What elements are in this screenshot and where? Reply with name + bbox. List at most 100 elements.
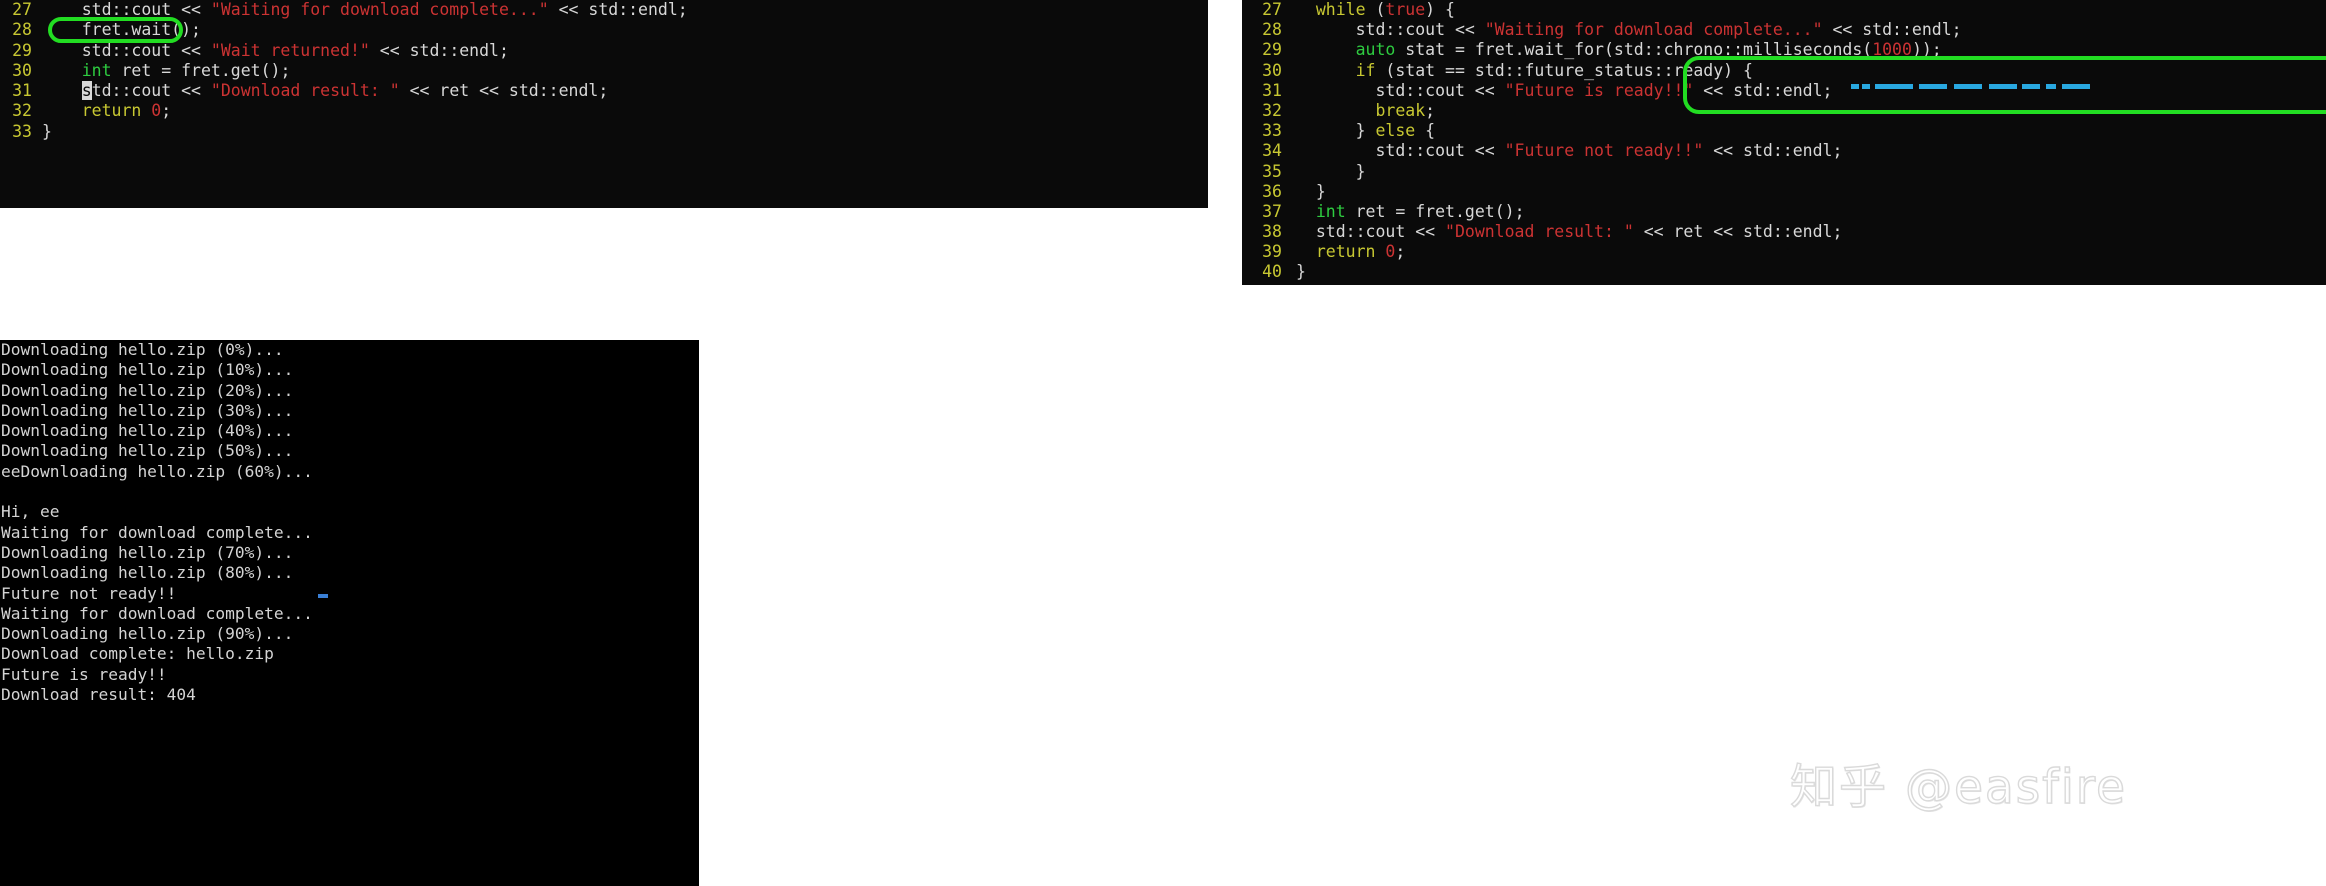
code-line[interactable]: 40} [1242,262,2326,282]
code-line[interactable]: 35 } [1242,162,2326,182]
code-token: int [1315,201,1346,221]
terminal-output[interactable]: Downloading hello.zip (0%)... Downloading… [0,340,699,886]
code-token: std::cout << [1296,141,1505,161]
code-line-text: int ret = fret.get(); [42,61,1208,81]
code-token: "Waiting for download complete..." [1484,20,1823,40]
code-token: std::cout << [1296,80,1505,100]
left-code-lines: 27 std::cout << "Waiting for download co… [0,0,1208,142]
code-line[interactable]: 27 std::cout << "Waiting for download co… [0,0,1208,20]
terminal-line: Downloading hello.zip (50%)... [1,441,294,461]
code-token: return [81,101,142,121]
code-token: s [81,81,92,101]
code-token: ; [161,101,172,121]
terminal-lines: Downloading hello.zip (0%)... Downloading… [0,340,699,705]
code-line[interactable]: 27 while (true) { [1242,0,2326,20]
code-line[interactable]: 39 return 0; [1242,242,2326,262]
line-number: 27 [12,0,32,19]
terminal-line: Downloading hello.zip (20%)... [1,380,294,400]
code-token: while [1315,0,1366,19]
code-line[interactable]: 31 std::cout << "Download result: " << r… [0,81,1208,101]
terminal-line: Hi, ee [1,502,60,522]
code-line[interactable]: 30 int ret = fret.get(); [0,61,1208,81]
code-line[interactable]: 32 return 0; [0,101,1208,121]
terminal-line: Future is ready!! [1,664,167,684]
code-token: fret.wait(); [42,20,201,40]
code-token: << std::endl; [1822,20,1962,40]
terminal-line: Waiting for download complete... [1,603,313,623]
terminal-cursor [318,594,328,598]
code-token: ret = fret.get(); [1345,201,1525,221]
code-token: td::cout << [91,81,211,101]
watermark-zhihu-easfire: 知乎 @easfire [1789,759,2127,815]
code-token: 1000 [1872,40,1912,60]
code-line[interactable]: 38 std::cout << "Download result: " << r… [1242,222,2326,242]
line-number: 32 [1262,100,1282,120]
line-number: 29 [1262,40,1282,60]
code-token: return [1315,242,1376,262]
code-token: "Wait returned!" [210,40,370,60]
code-token: std::cout << [42,40,211,60]
code-token: stat = fret.wait_for(std::chrono::millis… [1395,40,1873,60]
right-code-editor[interactable]: 27 while (true) {28 std::cout << "Waitin… [1242,0,2326,285]
code-line[interactable]: 32 break; [1242,101,2326,121]
line-number: 34 [1262,141,1282,161]
code-token: )); [1911,40,1942,60]
terminal-line: Download complete: hello.zip [1,644,274,664]
code-line-text: while (true) { [1296,0,2326,20]
code-token: "Future is ready!!" [1504,80,1694,100]
left-code-editor[interactable]: 27 std::cout << "Waiting for download co… [0,0,1208,208]
code-token: "Download result: " [1445,222,1634,242]
code-token: ; [1395,242,1406,262]
code-line-text: if (stat == std::future_status::ready) { [1296,61,2326,81]
code-line[interactable]: 33} [0,122,1208,142]
code-line[interactable]: 29 auto stat = fret.wait_for(std::chrono… [1242,40,2326,60]
line-number: 28 [1262,20,1282,40]
code-line-text: std::cout << "Waiting for download compl… [1296,20,2326,40]
code-line[interactable]: 36 } [1242,182,2326,202]
code-line-text: std::cout << "Wait returned!" << std::en… [42,41,1208,61]
code-line[interactable]: 30 if (stat == std::future_status::ready… [1242,61,2326,81]
code-token: } [1296,161,1366,181]
code-line[interactable]: 34 std::cout << "Future not ready!!" << … [1242,141,2326,161]
code-token: } [1296,121,1376,141]
code-token: 0 [1385,242,1396,262]
code-token: 0 [151,101,162,121]
code-token: auto [1355,40,1396,60]
code-token: { [1415,121,1436,141]
code-token: std::cout << [1296,20,1485,40]
terminal-line: Downloading hello.zip (40%)... [1,421,294,441]
terminal-line: Download result: 404 [1,685,196,705]
code-line-text: std::cout << "Download result: " << ret … [1296,222,2326,242]
code-line-text: } [1296,182,2326,202]
code-line[interactable]: 37 int ret = fret.get(); [1242,202,2326,222]
code-line[interactable]: 29 std::cout << "Wait returned!" << std:… [0,41,1208,61]
code-token: ) { [1425,0,1455,19]
code-line[interactable]: 31 std::cout << "Future is ready!!" << s… [1242,81,2326,101]
line-number: 30 [12,60,32,80]
terminal-line: Downloading hello.zip (90%)... [1,624,294,644]
code-token: << std::endl; [369,40,509,60]
code-line[interactable]: 33 } else { [1242,121,2326,141]
code-line-text: } [42,122,1208,142]
line-number: 29 [12,40,32,60]
terminal-line: Downloading hello.zip (30%)... [1,400,294,420]
code-token: << ret << std::endl; [399,81,609,101]
code-line-text: std::cout << "Download result: " << ret … [42,81,1208,101]
code-line[interactable]: 28 fret.wait(); [0,20,1208,40]
line-number: 28 [12,20,32,40]
terminal-line: Downloading hello.zip (70%)... [1,542,294,562]
line-number: 38 [1262,222,1282,242]
code-token: << std::endl; [1703,141,1843,161]
terminal-line: Downloading hello.zip (80%)... [1,563,294,583]
terminal-line: Downloading hello.zip (10%)... [1,360,294,380]
code-token: ; [1425,100,1436,120]
code-line[interactable]: 28 std::cout << "Waiting for download co… [1242,20,2326,40]
code-line-text: } [1296,162,2326,182]
